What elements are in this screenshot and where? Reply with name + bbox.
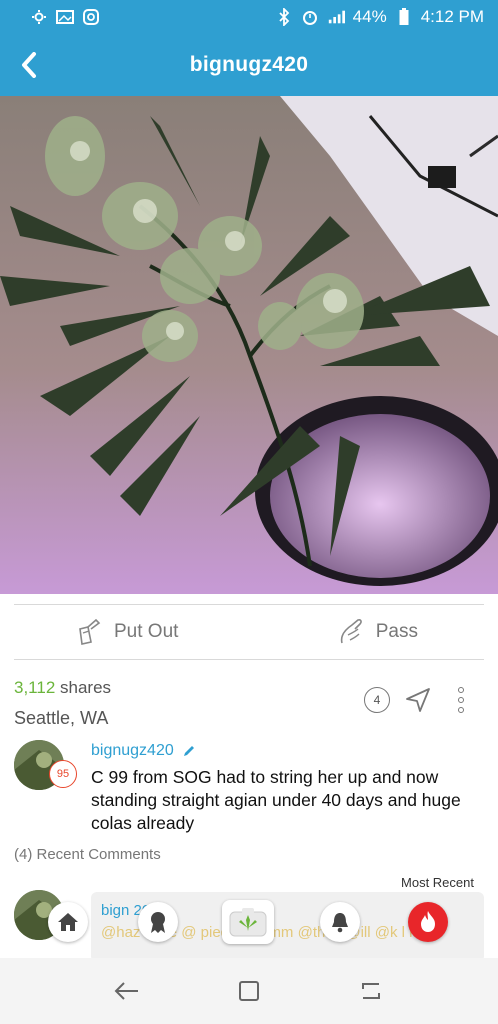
home-icon — [58, 913, 78, 931]
bluetooth-icon — [275, 8, 293, 26]
clock: 4:12 PM — [420, 7, 484, 26]
author-name: bignugz420 — [91, 742, 174, 759]
system-nav-bar — [0, 958, 498, 1024]
signal-icon — [327, 9, 345, 25]
post-tools: 4 — [364, 686, 464, 714]
app-bar: bignugz420 — [0, 34, 498, 96]
hot-feed-button[interactable] — [408, 902, 448, 942]
kebab-dot — [458, 697, 464, 703]
gear-notification-icon — [30, 9, 48, 25]
post-photo[interactable] — [0, 96, 498, 594]
camera-leaf-icon — [229, 908, 267, 937]
page-title: bignugz420 — [189, 53, 309, 76]
post-author[interactable]: bignugz420 — [91, 742, 196, 760]
post-actions: Put Out Pass — [14, 604, 484, 660]
image-notification-icon — [56, 9, 74, 25]
kebab-dot — [458, 687, 464, 693]
shares-count: 3,112 shares — [14, 678, 111, 698]
pass-label: Pass — [375, 621, 418, 642]
camera-post-button[interactable] — [222, 900, 274, 944]
share-send-icon[interactable] — [404, 686, 432, 714]
kebab-dot — [458, 707, 464, 713]
system-home-button[interactable] — [229, 971, 269, 1011]
put-out-label: Put Out — [114, 621, 179, 642]
alarm-icon — [301, 9, 319, 25]
system-recents-button[interactable] — [351, 971, 391, 1011]
pass-button[interactable]: Pass — [336, 617, 418, 647]
shares-number: 3,112 — [14, 678, 56, 697]
recents-icon — [362, 983, 380, 999]
status-bar: 44% 4:12 PM — [0, 0, 498, 34]
battery-percent: 44% — [352, 7, 387, 26]
award-ribbon-icon — [151, 912, 165, 933]
put-out-button[interactable]: Put Out — [74, 617, 178, 647]
bell-icon — [332, 913, 348, 933]
floating-nav — [0, 900, 498, 944]
pass-hand-icon — [340, 619, 362, 644]
chevron-left-icon — [22, 52, 36, 78]
sort-most-recent[interactable]: Most Recent — [401, 875, 474, 890]
awards-button[interactable] — [138, 902, 178, 942]
recent-comments-link[interactable]: (4) Recent Comments — [14, 846, 161, 863]
flame-icon — [421, 911, 435, 932]
system-back-button[interactable] — [107, 971, 147, 1011]
arrow-left-icon — [114, 982, 138, 1000]
post-caption: C 99 from SOG had to string her up and n… — [91, 767, 461, 833]
pencil-icon — [183, 746, 194, 756]
shares-label: shares — [60, 678, 112, 697]
post-location: Seattle, WA — [14, 708, 109, 728]
instagram-notification-icon — [82, 9, 100, 25]
battery-icon — [395, 8, 413, 25]
home-button[interactable] — [48, 902, 88, 942]
notifications-button[interactable] — [320, 902, 360, 942]
author-level-badge: 95 — [49, 760, 77, 788]
square-icon — [239, 981, 259, 1001]
comment-count-button[interactable]: 4 — [364, 687, 390, 713]
back-button[interactable] — [0, 34, 58, 96]
more-options-button[interactable] — [458, 687, 464, 713]
lighter-icon — [79, 618, 101, 645]
